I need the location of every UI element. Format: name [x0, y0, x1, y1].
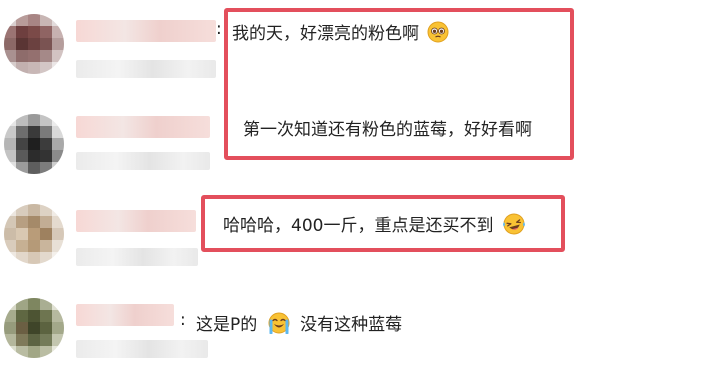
highlight-box [201, 195, 565, 252]
comment-meta-blurred [76, 248, 198, 266]
comment-text-content: 这是P的 [196, 315, 258, 335]
highlight-box [224, 8, 574, 160]
avatar[interactable] [4, 14, 64, 74]
username-blurred[interactable] [76, 304, 174, 326]
comment-meta-blurred [76, 60, 216, 78]
loudly-crying-face-emoji [268, 312, 290, 334]
avatar[interactable] [4, 298, 64, 358]
comment-separator: : [216, 19, 222, 39]
comment-text-content: 没有这种蓝莓 [300, 315, 403, 335]
avatar[interactable] [4, 114, 64, 174]
avatar[interactable] [4, 204, 64, 264]
username-blurred[interactable] [76, 210, 196, 232]
comment-separator: : [180, 310, 186, 330]
comment-meta-blurred [76, 152, 210, 170]
username-blurred[interactable] [76, 116, 210, 138]
comment-text: 这是P的 没有这种蓝莓 [196, 310, 402, 335]
username-blurred[interactable] [76, 20, 216, 42]
comment-meta-blurred [76, 340, 208, 358]
